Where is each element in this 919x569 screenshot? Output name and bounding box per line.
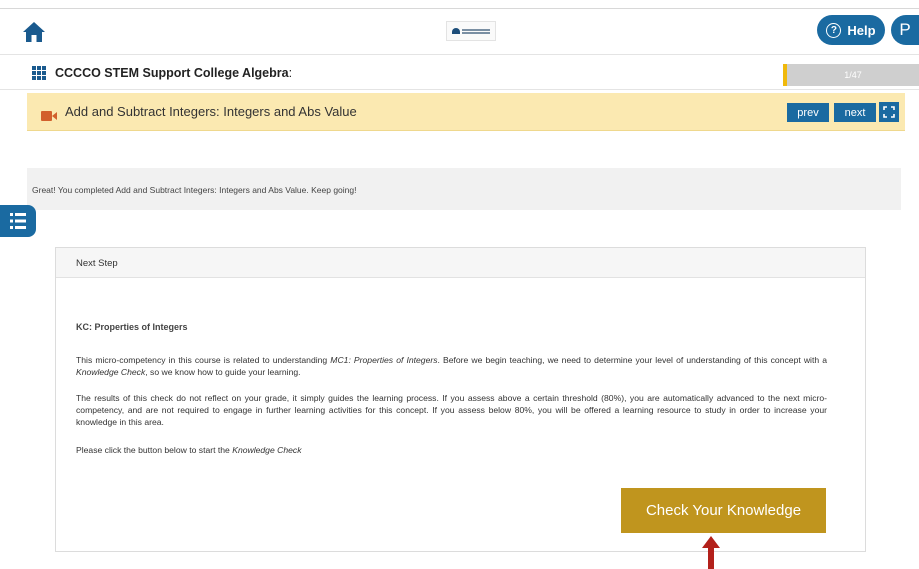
grid-menu-icon[interactable] (32, 66, 46, 80)
results-paragraph: The results of this check do not reflect… (76, 393, 827, 428)
course-bar: CCCCO STEM Support College Algebra: 1/47 (0, 54, 919, 90)
next-button[interactable]: next (834, 103, 876, 122)
p1-part-a: This micro-competency in this course is … (76, 355, 331, 365)
top-bar: ? Help P (0, 8, 919, 54)
lesson-title: Add and Subtract Integers: Integers and … (65, 104, 357, 119)
list-toggle-icon[interactable] (0, 205, 36, 237)
course-title-text: CCCCO STEM Support College Algebra (55, 66, 289, 80)
progress-text: 1/47 (844, 70, 862, 80)
course-progress-indicator: 1/47 (783, 64, 919, 86)
next-step-header: Next Step (56, 248, 865, 278)
college-logo (446, 21, 496, 41)
completion-message: Great! You completed Add and Subtract In… (32, 185, 357, 195)
video-camera-icon (41, 108, 57, 121)
profile-initial: P (899, 20, 911, 39)
next-step-card: Next Step KC: Properties of Integers Thi… (55, 247, 866, 552)
expand-icon[interactable] (879, 102, 899, 122)
check-your-knowledge-button[interactable]: Check Your Knowledge (621, 488, 826, 533)
help-label: Help (847, 22, 876, 38)
arrow-up-icon (702, 536, 720, 569)
p1-part-c: , so we know how to guide your learning. (145, 367, 301, 378)
help-button[interactable]: ? Help (817, 15, 885, 45)
instruction-paragraph: Please click the button below to start t… (76, 444, 827, 456)
p1-emphasis-kc: Knowledge Check (76, 367, 146, 378)
kc-title: KC: Properties of Integers (76, 322, 188, 332)
prev-button[interactable]: prev (787, 103, 829, 122)
p3-part-a: Please click the button below to start t… (76, 445, 233, 455)
course-title: CCCCO STEM Support College Algebra: (55, 66, 292, 80)
lesson-bar: Add and Subtract Integers: Integers and … (27, 93, 905, 131)
p1-part-b: . Before we begin teaching, we need to d… (437, 355, 827, 365)
p1-emphasis-mc: MC1: Properties of Integers (330, 355, 438, 365)
next-step-header-text: Next Step (76, 258, 118, 269)
question-circle-icon: ? (826, 22, 842, 38)
p3-emphasis-kc: Knowledge Check (232, 445, 302, 455)
completion-banner: Great! You completed Add and Subtract In… (27, 168, 901, 210)
course-title-suffix: : (288, 66, 293, 80)
home-icon[interactable] (22, 21, 46, 43)
page: ? Help P CCCCO STEM Support College Alge… (0, 0, 919, 569)
intro-paragraph: This micro-competency in this course is … (76, 354, 827, 378)
profile-avatar-button[interactable]: P (891, 15, 919, 45)
